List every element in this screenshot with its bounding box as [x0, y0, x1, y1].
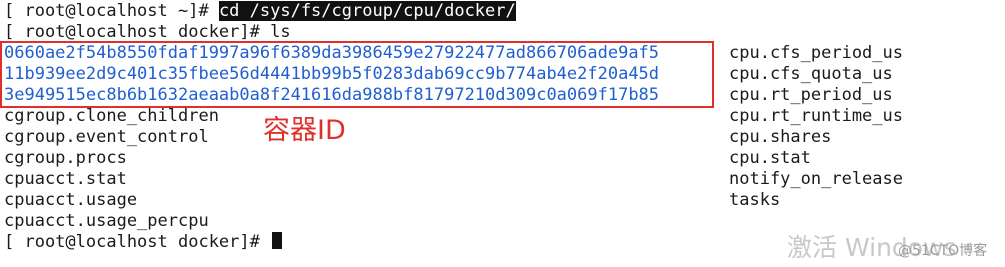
file-entry: tasks — [729, 190, 781, 210]
file-entry: cpu.cfs_quota_us — [729, 64, 893, 84]
ls-command: ls — [270, 22, 291, 42]
file-entry: cpuacct.usage_percpu — [4, 211, 209, 231]
shell-prompt: [ root@localhost docker]# — [4, 232, 271, 252]
file-entry: cpu.rt_period_us — [729, 85, 893, 105]
shell-prompt: [ root@localhost ~]# — [4, 1, 219, 21]
terminal-window[interactable]: [ root@localhost ~]# cd /sys/fs/cgroup/c… — [0, 0, 1005, 267]
file-entry: cpuacct.stat — [4, 169, 127, 189]
text-cursor — [272, 232, 283, 249]
container-id-annotation: 容器ID — [263, 115, 346, 146]
file-entry: cpu.rt_runtime_us — [729, 106, 903, 126]
command-line-current[interactable]: [ root@localhost docker]# — [4, 232, 283, 253]
file-entry: cpu.stat — [729, 148, 811, 168]
file-entry: cgroup.procs — [4, 148, 127, 168]
command-line-cd: [ root@localhost ~]# cd /sys/fs/cgroup/c… — [4, 1, 516, 22]
container-id-highlight-box — [0, 41, 714, 108]
file-entry: cgroup.event_control — [4, 127, 209, 147]
cd-command: cd /sys/fs/cgroup/cpu/docker/ — [218, 1, 516, 21]
command-line-ls: [ root@localhost docker]# ls — [4, 22, 291, 43]
site-watermark: @51CTO博客 — [898, 243, 988, 259]
file-entry: cpu.shares — [729, 127, 832, 147]
shell-prompt: [ root@localhost docker]# — [4, 22, 271, 42]
file-entry: cpuacct.usage — [4, 190, 138, 210]
file-entry: cpu.cfs_period_us — [729, 43, 903, 63]
file-entry: notify_on_release — [729, 169, 903, 189]
file-entry: cgroup.clone_children — [4, 106, 219, 126]
